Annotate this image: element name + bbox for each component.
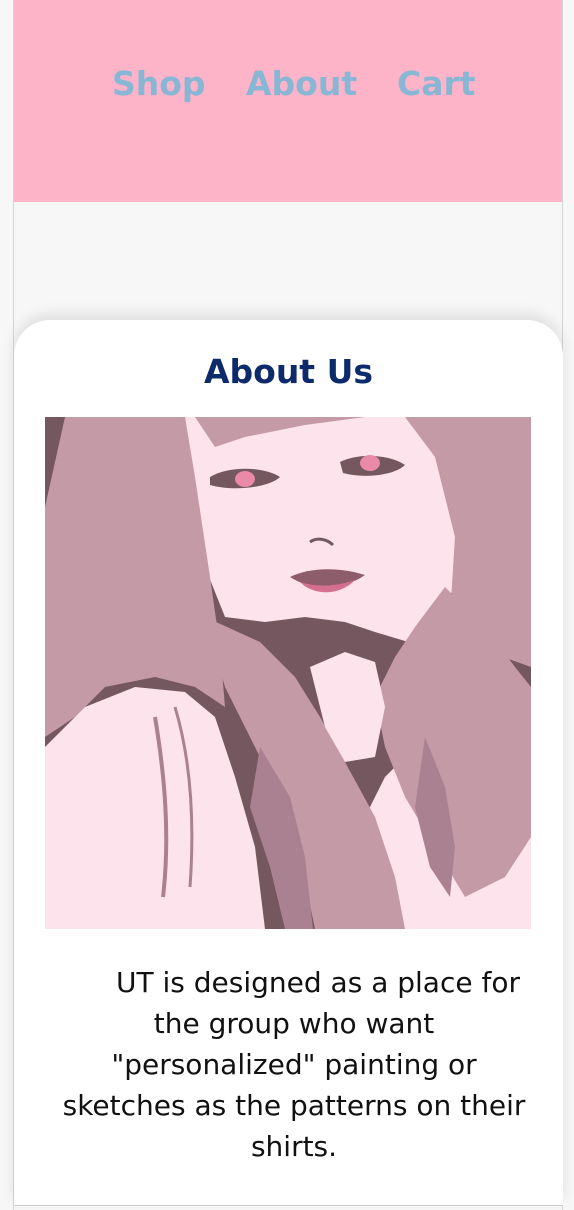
nav-link-about[interactable]: About bbox=[246, 62, 357, 106]
about-card: About Us UT is designed as a place for t… bbox=[14, 320, 563, 1205]
about-title: About Us bbox=[203, 352, 374, 391]
top-navigation: Shop About Cart bbox=[14, 0, 562, 202]
portrait-illustration bbox=[45, 417, 531, 929]
about-description: UT is designed as a place for the group … bbox=[62, 966, 526, 1163]
page: Shop About Cart About Us UT is designed … bbox=[0, 0, 574, 1210]
card-bottom-border bbox=[14, 1205, 563, 1206]
nav-link-cart[interactable]: Cart bbox=[397, 62, 476, 106]
nav-link-shop[interactable]: Shop bbox=[112, 62, 206, 106]
